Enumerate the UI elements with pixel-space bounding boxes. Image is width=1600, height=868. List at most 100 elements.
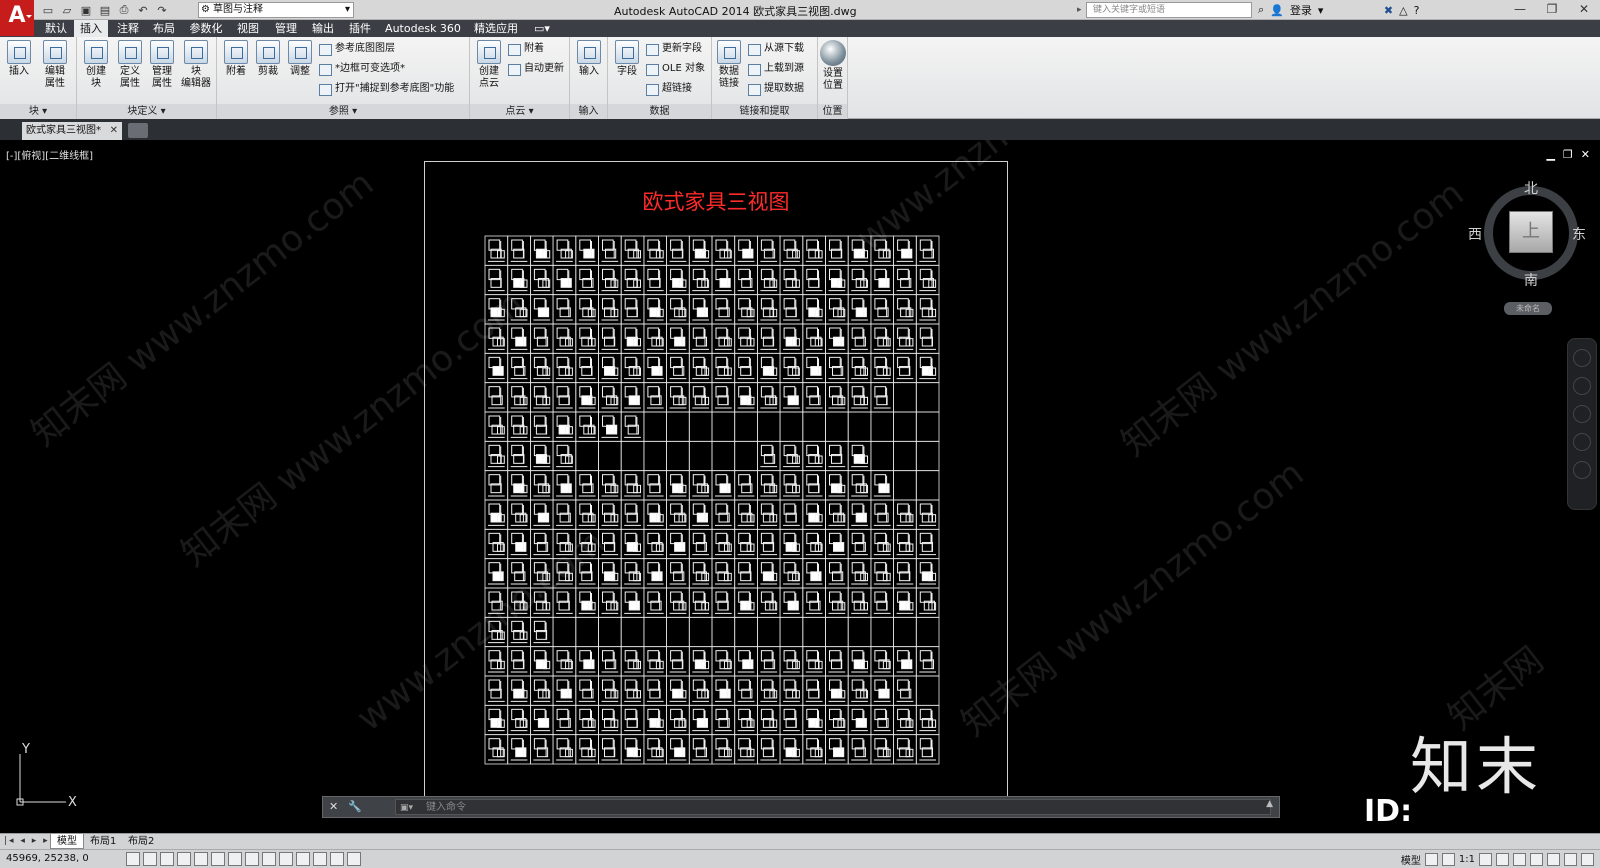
furniture-block[interactable] bbox=[488, 415, 505, 438]
furniture-block[interactable] bbox=[578, 356, 596, 380]
viewport-restore-icon[interactable]: ❐ bbox=[1563, 148, 1573, 161]
furniture-block[interactable] bbox=[737, 503, 755, 526]
furniture-block[interactable] bbox=[601, 474, 619, 497]
furniture-block[interactable] bbox=[760, 268, 778, 292]
furniture-block[interactable] bbox=[601, 503, 619, 526]
furniture-block[interactable] bbox=[715, 708, 732, 732]
furniture-block[interactable] bbox=[624, 298, 641, 321]
furniture-block[interactable] bbox=[828, 738, 846, 761]
save-as-icon[interactable]: ▤ bbox=[97, 2, 113, 18]
binoculars-icon[interactable]: ⌕ bbox=[1258, 3, 1264, 17]
furniture-block[interactable] bbox=[873, 738, 891, 761]
snap-mode-icon[interactable] bbox=[143, 852, 157, 866]
viewport-minimize-icon[interactable]: ▁ bbox=[1546, 148, 1554, 161]
furniture-block[interactable] bbox=[646, 327, 664, 350]
furniture-block[interactable] bbox=[896, 650, 914, 673]
furniture-block[interactable] bbox=[783, 356, 800, 380]
furniture-block[interactable] bbox=[873, 679, 891, 702]
furniture-block[interactable] bbox=[896, 532, 914, 556]
furniture-block[interactable] bbox=[692, 679, 710, 702]
furniture-block[interactable] bbox=[624, 679, 641, 702]
furniture-block[interactable] bbox=[715, 239, 732, 262]
furniture-block[interactable] bbox=[556, 591, 573, 614]
furniture-block[interactable] bbox=[851, 738, 868, 761]
furniture-block[interactable] bbox=[783, 474, 800, 497]
furniture-block[interactable] bbox=[578, 562, 596, 585]
furniture-block[interactable] bbox=[715, 532, 732, 556]
furniture-block[interactable] bbox=[533, 386, 551, 409]
furniture-block[interactable] bbox=[669, 298, 687, 321]
furniture-block[interactable] bbox=[760, 356, 778, 380]
tab-featured-apps[interactable]: 精选应用 bbox=[468, 20, 524, 37]
furniture-block[interactable] bbox=[692, 650, 710, 673]
furniture-block[interactable] bbox=[624, 268, 641, 292]
furniture-block[interactable] bbox=[805, 562, 823, 585]
furniture-block[interactable] bbox=[828, 474, 846, 497]
furniture-block[interactable] bbox=[715, 327, 732, 350]
furniture-block[interactable] bbox=[715, 298, 732, 321]
furniture-block[interactable] bbox=[646, 474, 664, 497]
furniture-block[interactable] bbox=[760, 679, 778, 702]
furniture-block[interactable] bbox=[783, 650, 800, 673]
furniture-block[interactable] bbox=[805, 650, 823, 673]
snap-underlay-dropdown[interactable]: 打开"捕捉到参考底图"功能 bbox=[319, 82, 454, 96]
furniture-block[interactable] bbox=[578, 415, 596, 438]
furniture-block[interactable] bbox=[533, 532, 551, 556]
underlay-layers-button[interactable]: 参考底图图层 bbox=[319, 42, 395, 56]
clean-screen-icon[interactable] bbox=[1581, 853, 1594, 866]
furniture-block[interactable] bbox=[624, 708, 641, 732]
wcs-menu[interactable]: 未命名 bbox=[1504, 302, 1552, 315]
furniture-block[interactable] bbox=[828, 532, 846, 556]
print-icon[interactable]: ⎙ bbox=[116, 2, 132, 18]
furniture-block[interactable] bbox=[828, 268, 846, 292]
furniture-block[interactable] bbox=[556, 327, 573, 350]
furniture-block[interactable] bbox=[919, 327, 936, 350]
compass-east[interactable]: 东 bbox=[1572, 224, 1586, 244]
a360-icon[interactable]: △ bbox=[1399, 4, 1407, 17]
furniture-block[interactable] bbox=[510, 679, 528, 702]
furniture-block[interactable] bbox=[715, 650, 732, 673]
furniture-block[interactable] bbox=[783, 679, 800, 702]
doc-tab-active[interactable]: 欧式家具三视图* ✕ bbox=[22, 122, 122, 140]
annotation-scale[interactable]: 1:1 bbox=[1459, 854, 1475, 865]
furniture-block[interactable] bbox=[805, 268, 823, 292]
furniture-block[interactable] bbox=[488, 503, 505, 526]
furniture-block[interactable] bbox=[896, 327, 914, 350]
cloud-attach-button[interactable]: 附着 bbox=[508, 42, 544, 56]
furniture-block[interactable] bbox=[624, 386, 641, 409]
exchange-icon[interactable]: ✖ bbox=[1384, 4, 1393, 17]
furniture-block[interactable] bbox=[488, 474, 505, 497]
furniture-block[interactable] bbox=[510, 532, 528, 556]
furniture-block[interactable] bbox=[601, 239, 619, 262]
furniture-block[interactable] bbox=[578, 738, 596, 761]
define-attribute-button[interactable]: 定义 属性 bbox=[115, 40, 145, 90]
furniture-block[interactable] bbox=[783, 562, 800, 585]
furniture-block[interactable] bbox=[578, 708, 596, 732]
furniture-block[interactable] bbox=[828, 650, 846, 673]
furniture-block[interactable] bbox=[510, 356, 528, 380]
furniture-block[interactable] bbox=[828, 444, 846, 468]
furniture-block[interactable] bbox=[669, 532, 687, 556]
furniture-block[interactable] bbox=[669, 650, 687, 673]
furniture-block[interactable] bbox=[601, 415, 619, 438]
furniture-block[interactable] bbox=[715, 386, 732, 409]
furniture-block[interactable] bbox=[533, 239, 551, 262]
tab-autodesk-360[interactable]: Autodesk 360 bbox=[380, 20, 466, 37]
furniture-block[interactable] bbox=[556, 268, 573, 292]
layout-tab-layout2[interactable]: 布局2 bbox=[122, 834, 160, 849]
extract-data-button[interactable]: 提取数据 bbox=[748, 82, 804, 96]
furniture-block-grid[interactable] bbox=[484, 235, 940, 765]
furniture-block[interactable] bbox=[601, 298, 619, 321]
cursor-coordinates[interactable]: 45969, 25238, 0 bbox=[6, 853, 89, 864]
furniture-block[interactable] bbox=[669, 327, 687, 350]
furniture-block[interactable] bbox=[896, 708, 914, 732]
object-snap-icon[interactable] bbox=[211, 852, 225, 866]
furniture-block[interactable] bbox=[624, 532, 641, 556]
furniture-block[interactable] bbox=[578, 239, 596, 262]
selection-cycling-icon[interactable] bbox=[347, 852, 361, 866]
compass-south[interactable]: 南 bbox=[1524, 270, 1538, 290]
furniture-block[interactable] bbox=[737, 679, 755, 702]
furniture-block[interactable] bbox=[601, 650, 619, 673]
furniture-block[interactable] bbox=[805, 679, 823, 702]
furniture-block[interactable] bbox=[533, 503, 551, 526]
